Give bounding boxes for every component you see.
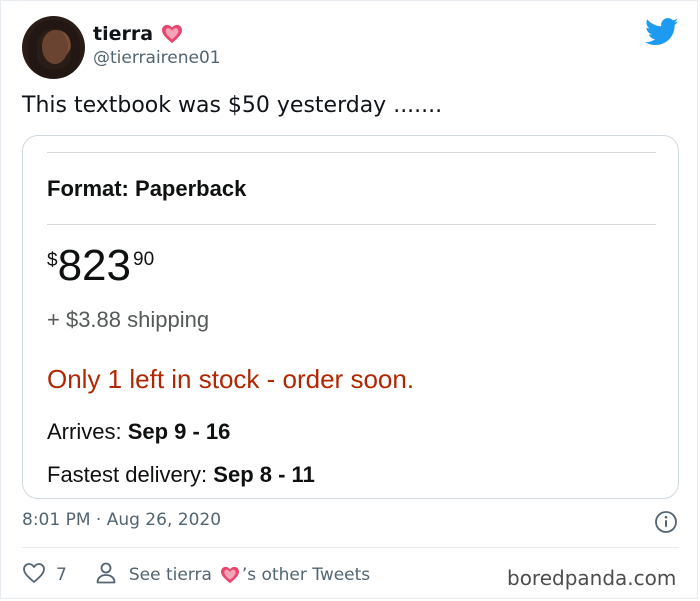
like-button[interactable]: 7 xyxy=(22,562,67,589)
info-circle-icon[interactable] xyxy=(654,510,678,534)
person-icon xyxy=(95,561,117,590)
action-bar: 7 See tierra ’s other Tweets xyxy=(22,561,370,589)
arrives-dates: Sep 9 - 16 xyxy=(127,419,231,444)
price-whole: 823 xyxy=(57,241,131,290)
price-fraction: 90 xyxy=(133,249,155,270)
other-tweets-link[interactable]: See tierra ’s other Tweets xyxy=(95,561,370,590)
action-divider xyxy=(22,547,679,548)
format-line: Format: Paperback xyxy=(47,176,246,202)
heart-outline-icon xyxy=(22,562,46,589)
avatar[interactable] xyxy=(22,16,85,79)
like-count: 7 xyxy=(56,565,67,585)
fastest-dates: Sep 8 - 11 xyxy=(213,462,315,487)
price: $ 823 90 xyxy=(47,244,154,288)
stock-warning: Only 1 left in stock - order soon. xyxy=(47,364,415,394)
other-tweets-suffix: ’s other Tweets xyxy=(241,565,371,585)
format-value: Paperback xyxy=(135,176,247,201)
tweet-card: tierra @tierrairene01 This textbook was … xyxy=(0,0,698,599)
shipping-cost: + $3.88 shipping xyxy=(47,307,210,332)
price-symbol: $ xyxy=(47,250,58,271)
avatar-hair xyxy=(28,20,80,78)
pink-heart-icon xyxy=(220,566,240,584)
user-handle[interactable]: @tierrairene01 xyxy=(93,48,221,68)
fastest-label: Fastest delivery: xyxy=(47,462,208,487)
arrival-estimate: Arrives: Sep 9 - 16 xyxy=(47,419,230,445)
format-label: Format: xyxy=(47,176,129,201)
tweet-text: This textbook was $50 yesterday ....... xyxy=(22,93,443,118)
user-display-name-row[interactable]: tierra xyxy=(93,23,183,45)
attached-screenshot[interactable]: Format: Paperback $ 823 90 + $3.88 shipp… xyxy=(22,135,679,499)
fastest-delivery: Fastest delivery: Sep 8 - 11 xyxy=(47,462,315,488)
display-name[interactable]: tierra xyxy=(93,23,153,45)
arrives-label: Arrives: xyxy=(47,419,122,444)
tweet-timestamp[interactable]: 8:01 PM · Aug 26, 2020 xyxy=(22,510,221,530)
format-divider xyxy=(47,224,656,225)
twitter-bird-icon[interactable] xyxy=(645,18,679,46)
other-tweets-prefix: See tierra xyxy=(128,565,212,585)
top-divider xyxy=(47,152,656,153)
watermark: boredpanda.com xyxy=(507,566,677,590)
pink-heart-icon xyxy=(161,24,183,44)
